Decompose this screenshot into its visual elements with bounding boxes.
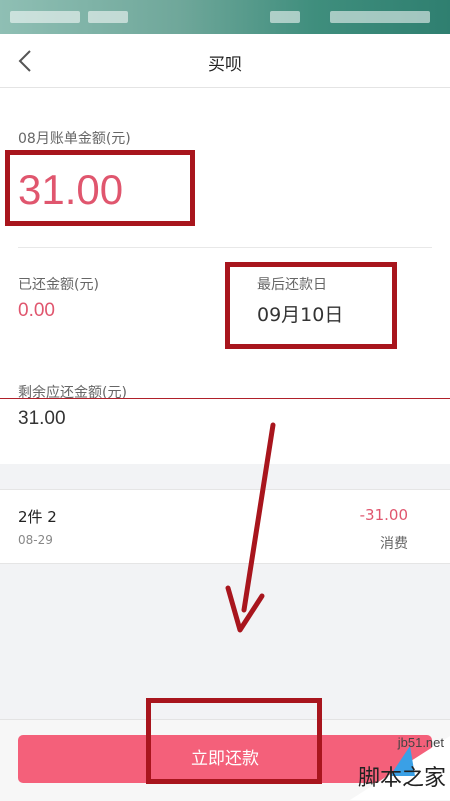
- watermark-name: 脚本之家: [357, 766, 446, 791]
- annotation-arrow: [225, 422, 276, 633]
- watermark-site: jb51.net: [397, 735, 444, 750]
- annotation-box: [146, 698, 322, 784]
